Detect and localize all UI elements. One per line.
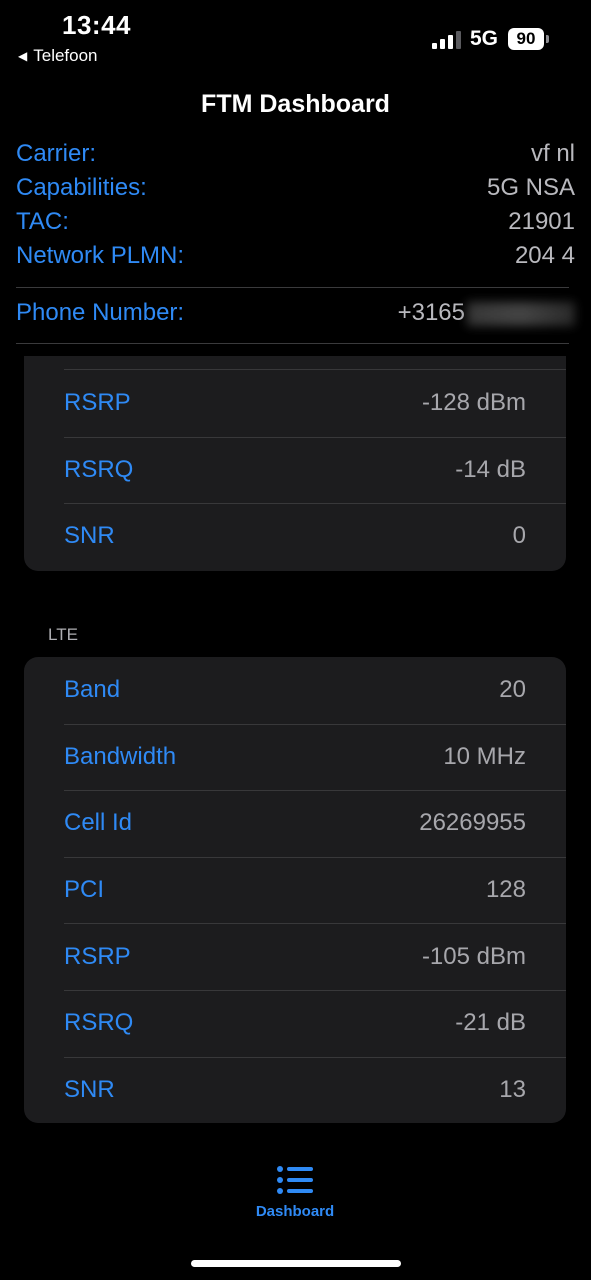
nr-row-rsrq: RSRQ -14 dB bbox=[24, 436, 566, 504]
page-title: FTM Dashboard bbox=[201, 90, 390, 118]
signal-strength-icon bbox=[432, 31, 461, 49]
list-icon bbox=[277, 1166, 313, 1194]
info-row-capabilities: Capabilities: 5G NSA bbox=[16, 171, 575, 205]
row-label: SNR bbox=[64, 522, 115, 550]
lte-row-pci: PCI 128 bbox=[24, 856, 566, 924]
battery-icon: 90 bbox=[508, 28, 552, 50]
row-label: SNR bbox=[64, 1075, 115, 1103]
row-value: -21 dB bbox=[455, 1009, 526, 1037]
info-label: Phone Number: bbox=[16, 299, 185, 326]
lte-row-band: Band 20 bbox=[24, 657, 566, 724]
back-triangle-icon: ◀ bbox=[18, 49, 28, 63]
info-label: TAC: bbox=[16, 208, 69, 235]
row-value: 20 bbox=[499, 676, 526, 704]
lte-row-cell-id: Cell Id 26269955 bbox=[24, 790, 566, 857]
row-label: RSRP bbox=[64, 942, 131, 970]
info-value: 204 4 bbox=[514, 242, 575, 269]
lte-row-bandwidth: Bandwidth 10 MHz bbox=[24, 723, 566, 791]
row-label: Band bbox=[64, 676, 121, 704]
row-label: PCI bbox=[64, 876, 105, 904]
lte-row-snr: SNR 13 bbox=[24, 1056, 566, 1123]
lte-row-rsrp: RSRP -105 dBm bbox=[24, 923, 566, 990]
redacted-blur bbox=[467, 301, 575, 326]
section-header-lte: LTE bbox=[48, 625, 78, 644]
info-label: Network PLMN: bbox=[16, 242, 185, 269]
row-label: RSRQ bbox=[64, 1009, 134, 1037]
row-value: -128 dBm bbox=[421, 389, 526, 417]
divider bbox=[16, 287, 569, 288]
lte-row-rsrq: RSRQ -21 dB bbox=[24, 989, 566, 1057]
row-value: 26269955 bbox=[419, 809, 526, 837]
row-label: RSRQ bbox=[64, 455, 134, 483]
status-time: 13:44 bbox=[62, 10, 131, 40]
tab-dashboard[interactable]: Dashboard bbox=[245, 1165, 345, 1220]
nr-signal-card: RSRP -128 dBm RSRQ -14 dB SNR 0 bbox=[24, 356, 566, 571]
info-row-phone-number: Phone Number: +3165 bbox=[16, 296, 575, 330]
info-row-tac: TAC: 21901 bbox=[16, 205, 575, 239]
tab-label: Dashboard bbox=[255, 1203, 335, 1220]
row-label: Bandwidth bbox=[64, 742, 177, 770]
nr-row-rsrp: RSRP -128 dBm bbox=[24, 370, 566, 437]
info-value: 21901 bbox=[508, 208, 575, 235]
divider bbox=[16, 343, 569, 344]
info-row-network-plmn: Network PLMN: 204 4 bbox=[16, 239, 575, 273]
home-indicator[interactable] bbox=[191, 1260, 401, 1267]
info-label: Carrier: bbox=[16, 140, 97, 167]
row-label: RSRP bbox=[64, 389, 131, 417]
info-value: 5G NSA bbox=[486, 174, 575, 201]
back-app-label: Telefoon bbox=[33, 46, 98, 65]
info-row-carrier: Carrier: vf nl bbox=[16, 137, 575, 171]
lte-card: Band 20 Bandwidth 10 MHz Cell Id 2626995… bbox=[24, 657, 566, 1123]
phone-number-value: +3165 bbox=[398, 299, 575, 327]
row-value: -105 dBm bbox=[421, 942, 526, 970]
nr-row-snr: SNR 0 bbox=[24, 503, 566, 570]
battery-level: 90 bbox=[508, 28, 544, 50]
row-value: 0 bbox=[512, 522, 526, 550]
row-value: 128 bbox=[485, 876, 526, 904]
network-type: 5G bbox=[470, 27, 499, 50]
info-value: vf nl bbox=[530, 140, 575, 167]
row-value: 10 MHz bbox=[443, 742, 526, 770]
row-label: Cell Id bbox=[64, 809, 133, 837]
back-to-app-button[interactable]: ◀ Telefoon bbox=[18, 46, 98, 66]
row-value: -14 dB bbox=[455, 455, 526, 483]
row-value: 13 bbox=[499, 1075, 526, 1103]
info-label: Capabilities: bbox=[16, 174, 147, 201]
